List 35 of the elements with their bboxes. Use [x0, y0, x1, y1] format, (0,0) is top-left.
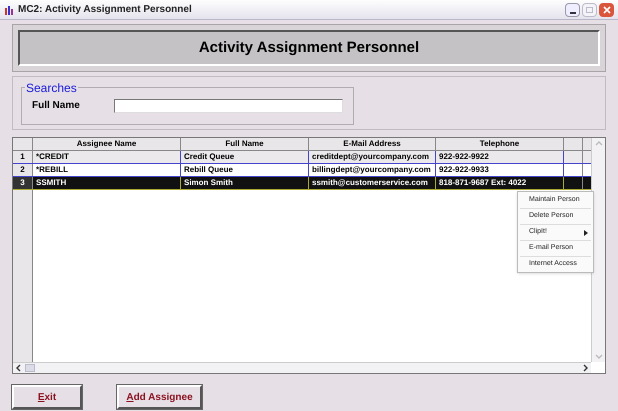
- column-header[interactable]: Assignee Name: [33, 138, 181, 150]
- vertical-scrollbar[interactable]: [591, 138, 605, 362]
- close-icon: [602, 6, 610, 14]
- table-cell: SSMITH: [33, 177, 181, 189]
- column-header[interactable]: Full Name: [181, 138, 309, 150]
- table-row[interactable]: 1 *CREDIT Credit Queue creditdept@yourcompany.com 922-922-9922: [13, 151, 591, 164]
- field-label: Full Name: [32, 99, 81, 113]
- action-button[interactable]: Exit: [12, 385, 82, 409]
- table-cell: 922-922-9922: [436, 151, 564, 163]
- bar-chart-icon: [4, 4, 14, 14]
- table-cell: billingdept@yourcompany.com: [309, 164, 436, 176]
- submenu-arrow-icon: [584, 230, 588, 236]
- table-cell: Rebill Queue: [181, 164, 309, 176]
- header-title: Activity Assignment Personnel: [198, 38, 420, 58]
- table-row[interactable]: 3 SSMITH Simon Smith ssmith@customerservice.com 818-871-9687 Ext: 4022: [13, 177, 591, 190]
- table-cell: *REBILL: [33, 164, 181, 176]
- table-cell: creditdept@yourcompany.com: [309, 151, 436, 163]
- table-cell: Credit Queue: [181, 151, 309, 163]
- window-title: MC2: Activity Assignment Personnel: [18, 3, 192, 17]
- table-row[interactable]: 2 *REBILL Rebill Queue billingdept@yourcompany.com 922-922-9933: [13, 164, 591, 177]
- row-number: 3: [13, 177, 33, 189]
- full-name-field[interactable]: [114, 98, 343, 112]
- scroll-thumb[interactable]: [25, 364, 35, 372]
- table-cell: 922-922-9933: [436, 164, 564, 176]
- close-button[interactable]: [599, 2, 614, 16]
- table-cell: ssmith@customerservice.com: [309, 177, 436, 189]
- column-header[interactable]: E-Mail Address: [309, 138, 436, 150]
- horizontal-scrollbar[interactable]: [13, 362, 591, 373]
- table-cell: *CREDIT: [33, 151, 181, 163]
- table-cell: Simon Smith: [181, 177, 309, 189]
- action-button[interactable]: Add Assignee: [117, 385, 202, 409]
- table-cell: 818-871-9687 Ext: 4022: [436, 177, 564, 189]
- column-header[interactable]: Telephone: [436, 138, 564, 150]
- minimize-button[interactable]: [565, 2, 580, 16]
- row-number: 2: [13, 164, 33, 176]
